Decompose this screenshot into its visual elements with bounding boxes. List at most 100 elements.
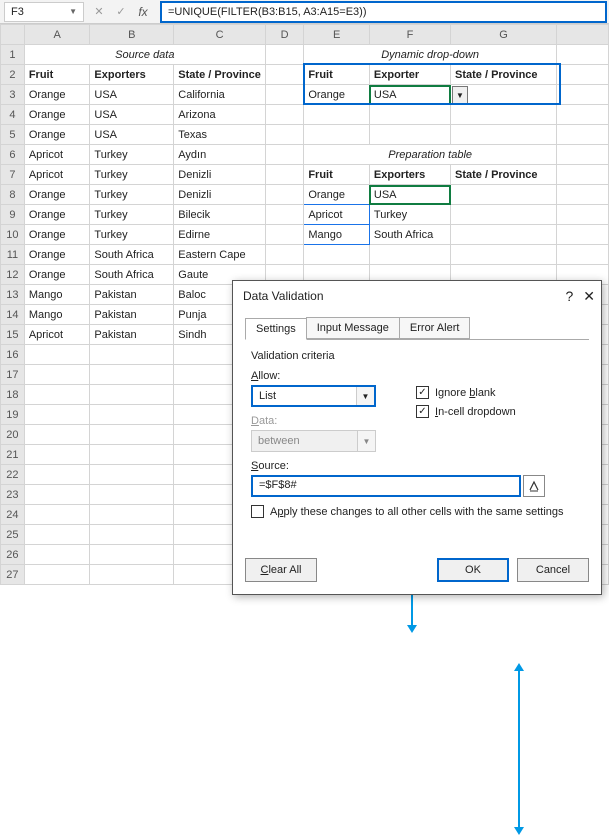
- row-header[interactable]: 17: [1, 365, 25, 385]
- cell[interactable]: Apricot: [304, 205, 370, 225]
- row-header[interactable]: 14: [1, 305, 25, 325]
- source-title[interactable]: Source data: [24, 45, 265, 65]
- cell[interactable]: Apricot: [24, 145, 90, 165]
- cell[interactable]: Turkey: [90, 145, 174, 165]
- row-header[interactable]: 7: [1, 165, 25, 185]
- cell[interactable]: Edirne: [174, 225, 266, 245]
- help-icon[interactable]: ?: [565, 288, 573, 304]
- col-header[interactable]: E: [304, 25, 370, 45]
- cell[interactable]: Aydın: [174, 145, 266, 165]
- cell[interactable]: Turkey: [90, 225, 174, 245]
- cell[interactable]: California: [174, 85, 266, 105]
- row-header[interactable]: 11: [1, 245, 25, 265]
- cell[interactable]: South Africa: [90, 245, 174, 265]
- cell[interactable]: Denizli: [174, 165, 266, 185]
- close-icon[interactable]: ✕: [583, 288, 595, 305]
- row-header[interactable]: 21: [1, 445, 25, 465]
- ok-button[interactable]: OK: [437, 558, 509, 582]
- cell[interactable]: USA: [90, 125, 174, 145]
- row-header[interactable]: 15: [1, 325, 25, 345]
- cell[interactable]: State / Province: [451, 65, 557, 85]
- cell[interactable]: Apricot: [24, 325, 90, 345]
- cell[interactable]: Orange: [24, 185, 90, 205]
- col-header[interactable]: B: [90, 25, 174, 45]
- row-header[interactable]: 13: [1, 285, 25, 305]
- row-header[interactable]: 27: [1, 565, 25, 585]
- chevron-down-icon[interactable]: ▼: [69, 7, 77, 16]
- row-header[interactable]: 2: [1, 65, 25, 85]
- row-header[interactable]: 26: [1, 545, 25, 565]
- cell[interactable]: Mango: [24, 305, 90, 325]
- col-header[interactable]: D: [265, 25, 303, 45]
- cell[interactable]: Orange: [304, 185, 370, 205]
- cell[interactable]: Orange: [24, 245, 90, 265]
- row-header[interactable]: 22: [1, 465, 25, 485]
- row-header[interactable]: 12: [1, 265, 25, 285]
- row-header[interactable]: 25: [1, 525, 25, 545]
- dynamic-title[interactable]: Dynamic drop-down: [304, 45, 557, 65]
- row-header[interactable]: 10: [1, 225, 25, 245]
- row-header[interactable]: 18: [1, 385, 25, 405]
- cell[interactable]: Arizona: [174, 105, 266, 125]
- row-header[interactable]: 3: [1, 85, 25, 105]
- cell[interactable]: Mango: [24, 285, 90, 305]
- cell[interactable]: Denizli: [174, 185, 266, 205]
- formula-input[interactable]: =UNIQUE(FILTER(B3:B15, A3:A15=E3)): [160, 1, 607, 23]
- row-header[interactable]: 1: [1, 45, 25, 65]
- cell[interactable]: Apricot: [24, 165, 90, 185]
- col-header[interactable]: A: [24, 25, 90, 45]
- select-all-corner[interactable]: [1, 25, 25, 45]
- row-header[interactable]: 6: [1, 145, 25, 165]
- cell[interactable]: Orange: [304, 85, 370, 105]
- cancel-button[interactable]: Cancel: [517, 558, 589, 582]
- cell[interactable]: Orange: [24, 265, 90, 285]
- row-header[interactable]: 9: [1, 205, 25, 225]
- tab-input-message[interactable]: Input Message: [306, 317, 400, 339]
- source-input[interactable]: =$F$8#: [251, 475, 521, 497]
- cell[interactable]: Orange: [24, 205, 90, 225]
- row-header[interactable]: 16: [1, 345, 25, 365]
- cell[interactable]: Orange: [24, 225, 90, 245]
- cell[interactable]: Turkey: [90, 185, 174, 205]
- row-header[interactable]: 5: [1, 125, 25, 145]
- col-header[interactable]: [556, 25, 608, 45]
- row-header[interactable]: 19: [1, 405, 25, 425]
- cell[interactable]: Exporters: [90, 65, 174, 85]
- cell[interactable]: Turkey: [369, 205, 450, 225]
- cell[interactable]: Fruit: [304, 165, 370, 185]
- active-cell[interactable]: USA: [369, 85, 450, 105]
- cell[interactable]: Pakistan: [90, 305, 174, 325]
- row-header[interactable]: 8: [1, 185, 25, 205]
- cell[interactable]: USA: [90, 85, 174, 105]
- cell[interactable]: South Africa: [369, 225, 450, 245]
- cell[interactable]: Orange: [24, 85, 90, 105]
- dropdown-chevron-icon[interactable]: ▼: [452, 86, 468, 104]
- cell[interactable]: Fruit: [24, 65, 90, 85]
- ignore-blank-checkbox[interactable]: ✓ Ignore blank: [416, 386, 516, 399]
- name-box[interactable]: F3 ▼: [4, 2, 84, 22]
- in-cell-dropdown-checkbox[interactable]: ✓ In-cell dropdown: [416, 405, 516, 418]
- row-header[interactable]: 4: [1, 105, 25, 125]
- cell[interactable]: Fruit: [304, 65, 370, 85]
- prep-title[interactable]: Preparation table: [304, 145, 557, 165]
- dialog-titlebar[interactable]: Data Validation ? ✕: [233, 281, 601, 311]
- col-header[interactable]: C: [174, 25, 266, 45]
- cell[interactable]: Bilecik: [174, 205, 266, 225]
- apply-all-checkbox[interactable]: Apply these changes to all other cells w…: [251, 505, 583, 518]
- cell[interactable]: Turkey: [90, 165, 174, 185]
- refedit-collapse-icon[interactable]: [523, 475, 545, 497]
- cell[interactable]: Orange: [24, 105, 90, 125]
- row-header[interactable]: 24: [1, 505, 25, 525]
- cell[interactable]: Pakistan: [90, 325, 174, 345]
- chevron-down-icon[interactable]: ▼: [356, 387, 374, 405]
- fx-icon[interactable]: fx: [132, 2, 154, 22]
- cell[interactable]: Exporter: [369, 65, 450, 85]
- cell[interactable]: Texas: [174, 125, 266, 145]
- cell[interactable]: USA: [369, 185, 450, 205]
- tab-error-alert[interactable]: Error Alert: [399, 317, 471, 339]
- clear-all-button[interactable]: Clear All: [245, 558, 317, 582]
- tab-settings[interactable]: Settings: [245, 318, 307, 340]
- cell[interactable]: Eastern Cape: [174, 245, 266, 265]
- col-header[interactable]: G: [451, 25, 557, 45]
- cell[interactable]: State / Province: [451, 165, 557, 185]
